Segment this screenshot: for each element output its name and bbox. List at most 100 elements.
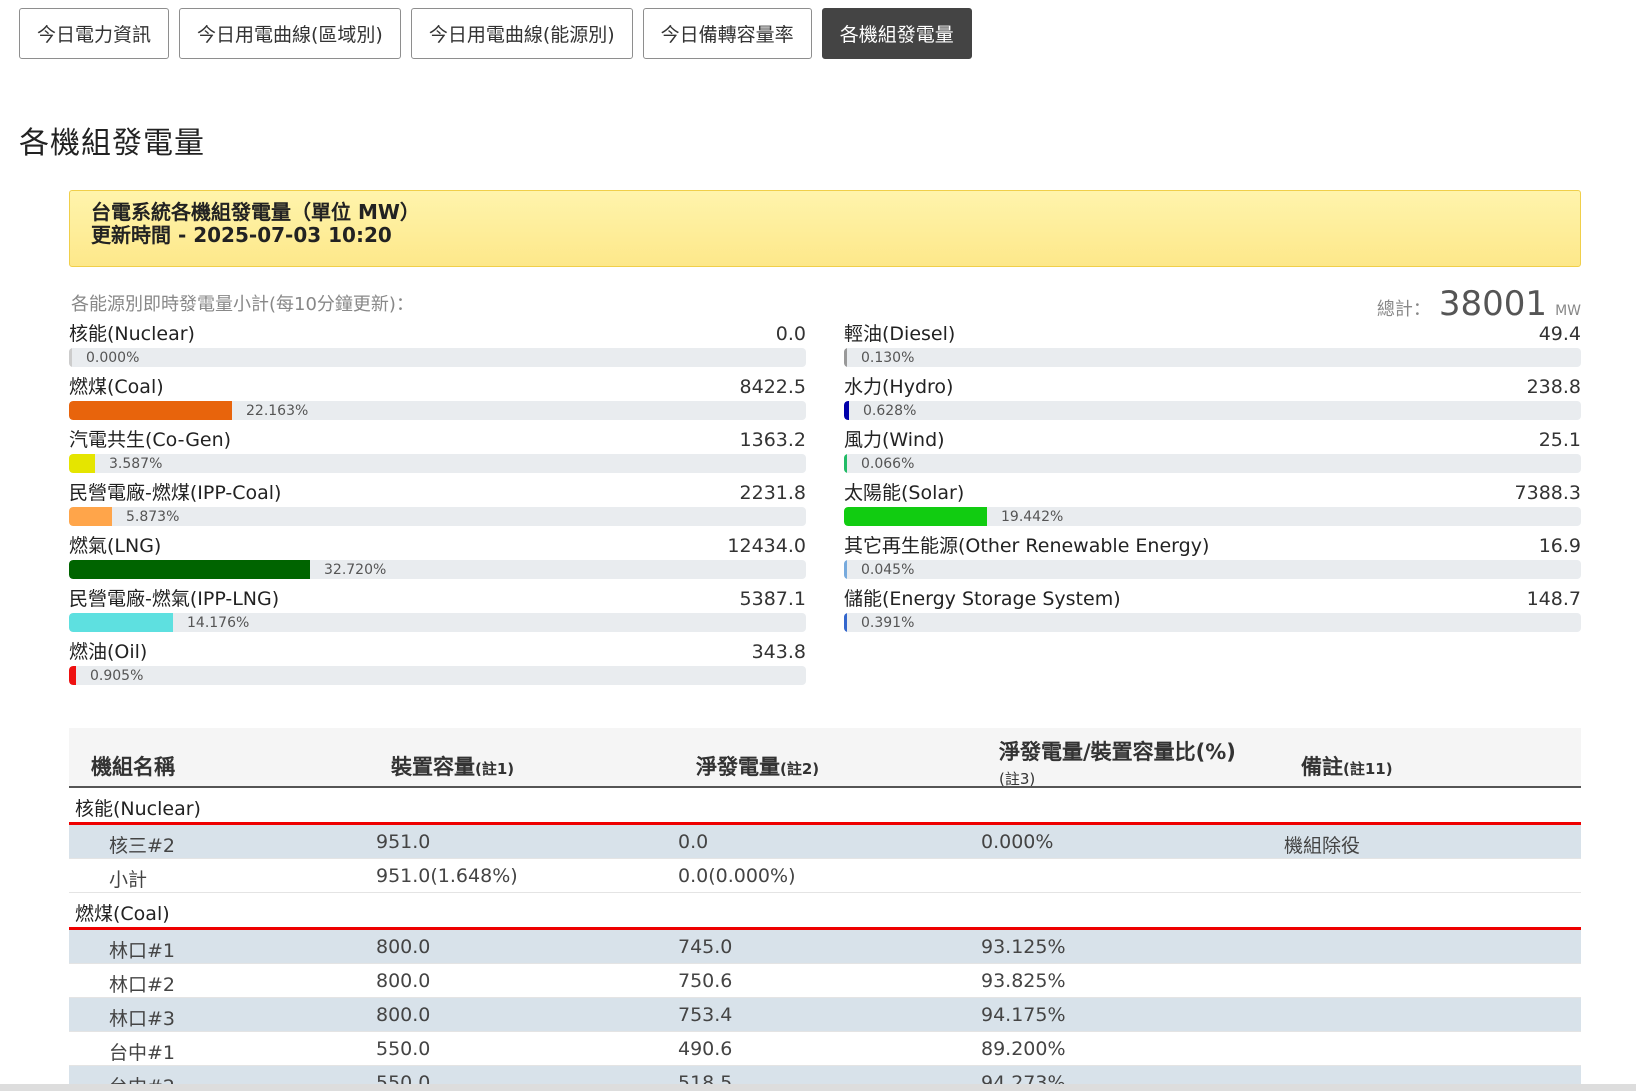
energy-name: 輕油(Diesel) <box>844 323 956 345</box>
total-value: 38001 <box>1438 284 1548 324</box>
energy-percent: 3.587% <box>109 456 163 472</box>
cell-capacity: 951.0(1.648%) <box>376 865 518 887</box>
energy-percent: 0.628% <box>863 403 917 419</box>
energy-percent: 0.130% <box>861 350 915 366</box>
column-header-note: (註1) <box>475 760 515 778</box>
column-header-label: 淨發電量 <box>696 755 780 779</box>
energy-name: 太陽能(Solar) <box>844 482 965 504</box>
column-header: 淨發電量(註2) <box>696 751 819 781</box>
total-generation: 總計： 38001 MW <box>1377 284 1581 324</box>
progress-fill <box>69 401 232 420</box>
cell-ratio: 89.200% <box>981 1038 1066 1060</box>
progress-track <box>844 507 1581 526</box>
group-row: 核能(Nuclear) <box>69 788 1581 825</box>
table-header: 機組名稱 裝置容量(註1) 淨發電量(註2) 淨發電量/裝置容量比(%) (註3) 備註(… <box>69 728 1581 788</box>
cell-unit: 林口#3 <box>109 1008 176 1030</box>
cell-net: 753.4 <box>678 1004 733 1026</box>
energy-value: 238.8 <box>1526 376 1581 398</box>
cell-ratio: 93.125% <box>981 936 1066 958</box>
energy-percent: 0.905% <box>90 668 144 684</box>
energy-value: 1363.2 <box>739 429 806 451</box>
progress-fill <box>844 454 847 473</box>
update-time: 更新時間 - 2025-07-03 10:20 <box>91 223 392 247</box>
notice-title: 台電系統各機組發電量（單位 MW） <box>91 200 420 224</box>
cell-capacity: 800.0 <box>376 936 431 958</box>
page-title: 各機組發電量 <box>19 126 205 161</box>
table-row: 台中#1 550.0 490.6 89.200% <box>69 1032 1581 1066</box>
energy-list-left: 核能(Nuclear) 0.0 0.000% 燃煤(Coal) 8422.5 22.163… <box>69 322 806 693</box>
energy-percent: 0.045% <box>861 562 915 578</box>
cell-ratio: 93.825% <box>981 970 1066 992</box>
energy-name: 核能(Nuclear) <box>69 323 195 345</box>
cell-unit: 小計 <box>109 869 148 891</box>
table-body: 核能(Nuclear) 核三#2 951.0 0.0 0.000% 機組除役 小計 951.0… <box>69 788 1581 1091</box>
energy-percent: 19.442% <box>1001 509 1064 525</box>
progress-track <box>69 401 806 420</box>
cell-unit: 林口#2 <box>109 974 176 996</box>
progress-fill <box>844 507 987 526</box>
column-header: 淨發電量/裝置容量比(%) (註3) <box>999 736 1236 789</box>
cell-net: 750.6 <box>678 970 733 992</box>
energy-item: 燃煤(Coal) 8422.5 22.163% <box>69 375 806 428</box>
energy-item: 水力(Hydro) 238.8 0.628% <box>844 375 1581 428</box>
progress-fill <box>69 348 72 367</box>
cell-unit: 林口#1 <box>109 940 176 962</box>
column-header: 機組名稱 <box>91 751 175 781</box>
energy-item: 核能(Nuclear) 0.0 0.000% <box>69 322 806 375</box>
table-row: 林口#3 800.0 753.4 94.175% <box>69 998 1581 1032</box>
cell-remark: 機組除役 <box>1284 835 1361 857</box>
energy-item: 燃油(Oil) 343.8 0.905% <box>69 640 806 693</box>
group-name: 燃煤(Coal) <box>75 903 170 925</box>
energy-value: 2231.8 <box>739 482 806 504</box>
energy-percent: 14.176% <box>187 615 250 631</box>
column-header: 裝置容量(註1) <box>391 751 514 781</box>
progress-track <box>69 454 806 473</box>
progress-track <box>69 613 806 632</box>
cell-ratio: 0.000% <box>981 831 1054 853</box>
tab-4[interactable]: 各機組發電量 <box>821 8 972 59</box>
energy-item: 太陽能(Solar) 7388.3 19.442% <box>844 481 1581 534</box>
column-header-note: (註2) <box>780 760 820 778</box>
progress-fill <box>69 666 76 685</box>
energy-value: 343.8 <box>751 641 806 663</box>
energy-value: 25.1 <box>1538 429 1581 451</box>
energy-value: 7388.3 <box>1514 482 1581 504</box>
progress-track <box>69 560 806 579</box>
progress-track <box>69 507 806 526</box>
tab-3[interactable]: 今日備轉容量率 <box>642 8 812 59</box>
cell-net: 0.0(0.000%) <box>678 865 796 887</box>
column-header-label: 裝置容量 <box>391 755 475 779</box>
cell-unit: 台中#1 <box>109 1042 176 1064</box>
tab-2[interactable]: 今日用電曲線(能源別) <box>410 8 633 59</box>
energy-name: 儲能(Energy Storage System) <box>844 588 1121 610</box>
progress-fill <box>844 401 849 420</box>
column-header-note: (註3) <box>999 770 1036 788</box>
table-row: 核三#2 951.0 0.0 0.000% 機組除役 <box>69 825 1581 859</box>
cell-net: 0.0 <box>678 831 709 853</box>
progress-fill <box>844 560 847 579</box>
progress-fill <box>844 613 847 632</box>
energy-value: 5387.1 <box>739 588 806 610</box>
energy-item: 民營電廠-燃氣(IPP-LNG) 5387.1 14.176% <box>69 587 806 640</box>
progress-track <box>844 401 1581 420</box>
energy-name: 燃油(Oil) <box>69 641 148 663</box>
table-row: 林口#1 800.0 745.0 93.125% <box>69 930 1581 964</box>
energy-percent: 0.066% <box>861 456 915 472</box>
energy-item: 輕油(Diesel) 49.4 0.130% <box>844 322 1581 375</box>
cell-unit: 核三#2 <box>109 835 176 857</box>
energy-name: 水力(Hydro) <box>844 376 954 398</box>
total-label: 總計： <box>1376 299 1431 320</box>
cell-capacity: 550.0 <box>376 1038 431 1060</box>
energy-value: 12434.0 <box>727 535 806 557</box>
energy-name: 其它再生能源(Other Renewable Energy) <box>844 535 1210 557</box>
energy-item: 民營電廠-燃煤(IPP-Coal) 2231.8 5.873% <box>69 481 806 534</box>
energy-name: 民營電廠-燃氣(IPP-LNG) <box>69 588 280 610</box>
energy-value: 148.7 <box>1526 588 1581 610</box>
tab-0[interactable]: 今日電力資訊 <box>19 8 170 59</box>
cell-net: 490.6 <box>678 1038 733 1060</box>
horizontal-scrollbar[interactable] <box>0 1084 1636 1091</box>
energy-percent: 0.391% <box>861 615 915 631</box>
unit-generation-table: 機組名稱 裝置容量(註1) 淨發電量(註2) 淨發電量/裝置容量比(%) (註3) 備註(… <box>69 728 1581 1091</box>
energy-value: 0.0 <box>775 323 806 345</box>
tab-1[interactable]: 今日用電曲線(區域別) <box>179 8 401 59</box>
